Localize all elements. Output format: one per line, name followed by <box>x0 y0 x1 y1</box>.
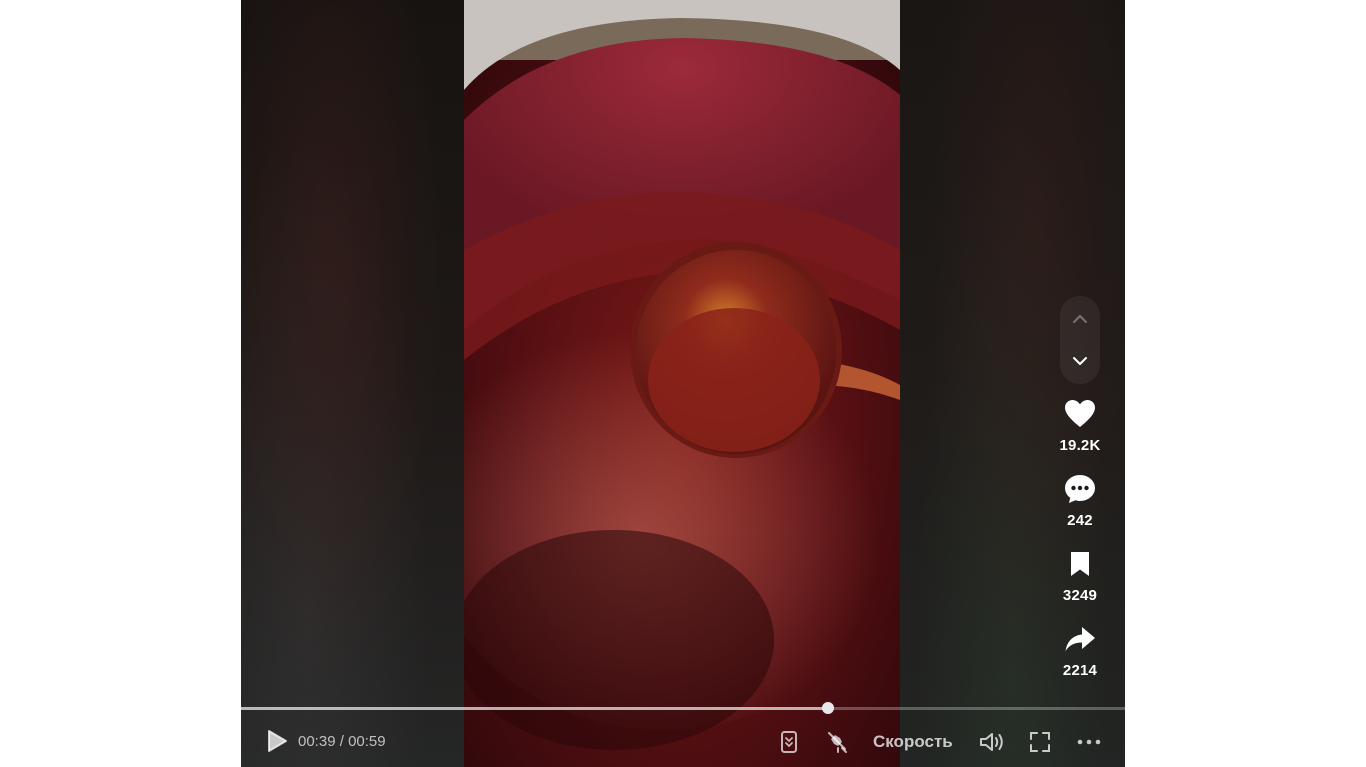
share-icon <box>1065 627 1095 651</box>
bookmark-icon <box>1071 552 1089 576</box>
chevron-up-icon <box>1073 315 1087 323</box>
floating-player-button[interactable] <box>826 728 850 756</box>
like-count: 19.2K <box>1059 437 1101 454</box>
current-time: 00:39 <box>298 733 336 750</box>
time-separator: / <box>339 733 344 750</box>
video-player[interactable]: 19.2K 242 3249 2214 00:39 / 00:59 Скорос… <box>241 0 1125 767</box>
time-display: 00:39 / 00:59 <box>298 733 386 750</box>
total-time: 00:59 <box>348 733 386 750</box>
comment-icon <box>1065 475 1095 503</box>
floating-player-icon <box>828 732 847 753</box>
video-navigation <box>1060 296 1100 384</box>
previous-video-button[interactable] <box>1065 304 1095 334</box>
fullscreen-icon <box>1030 732 1050 752</box>
save-count: 3249 <box>1062 587 1098 604</box>
volume-icon <box>980 733 1003 751</box>
control-bar: 00:39 / 00:59 Скорость <box>241 722 1125 762</box>
comment-count: 242 <box>1067 512 1093 529</box>
action-bar: 19.2K 242 3249 2214 <box>1050 396 1110 696</box>
volume-button[interactable] <box>979 728 1005 756</box>
autoscroll-icon <box>781 731 797 753</box>
blurred-backdrop-left <box>241 0 464 767</box>
like-button[interactable]: 19.2K <box>1059 396 1100 464</box>
more-options-button[interactable] <box>1077 728 1101 756</box>
video-frame[interactable] <box>464 0 900 767</box>
share-count: 2214 <box>1062 662 1098 679</box>
progress-fill <box>241 707 828 710</box>
share-button[interactable]: 2214 <box>1062 621 1098 689</box>
heart-icon <box>1065 400 1095 427</box>
comment-button[interactable]: 242 <box>1062 471 1098 539</box>
more-icon <box>1077 739 1101 745</box>
speed-button[interactable]: Скорость <box>873 728 953 756</box>
progress-bar[interactable] <box>241 702 1125 714</box>
progress-knob[interactable] <box>821 702 834 714</box>
fullscreen-button[interactable] <box>1029 728 1051 756</box>
play-icon <box>268 730 287 752</box>
play-button[interactable] <box>265 728 291 756</box>
speed-label: Скорость <box>873 732 953 751</box>
save-button[interactable]: 3249 <box>1062 546 1098 614</box>
video-thumbnail-image <box>464 0 900 767</box>
next-video-button[interactable] <box>1065 346 1095 376</box>
autoscroll-button[interactable] <box>778 728 800 756</box>
chevron-down-icon <box>1073 357 1087 365</box>
